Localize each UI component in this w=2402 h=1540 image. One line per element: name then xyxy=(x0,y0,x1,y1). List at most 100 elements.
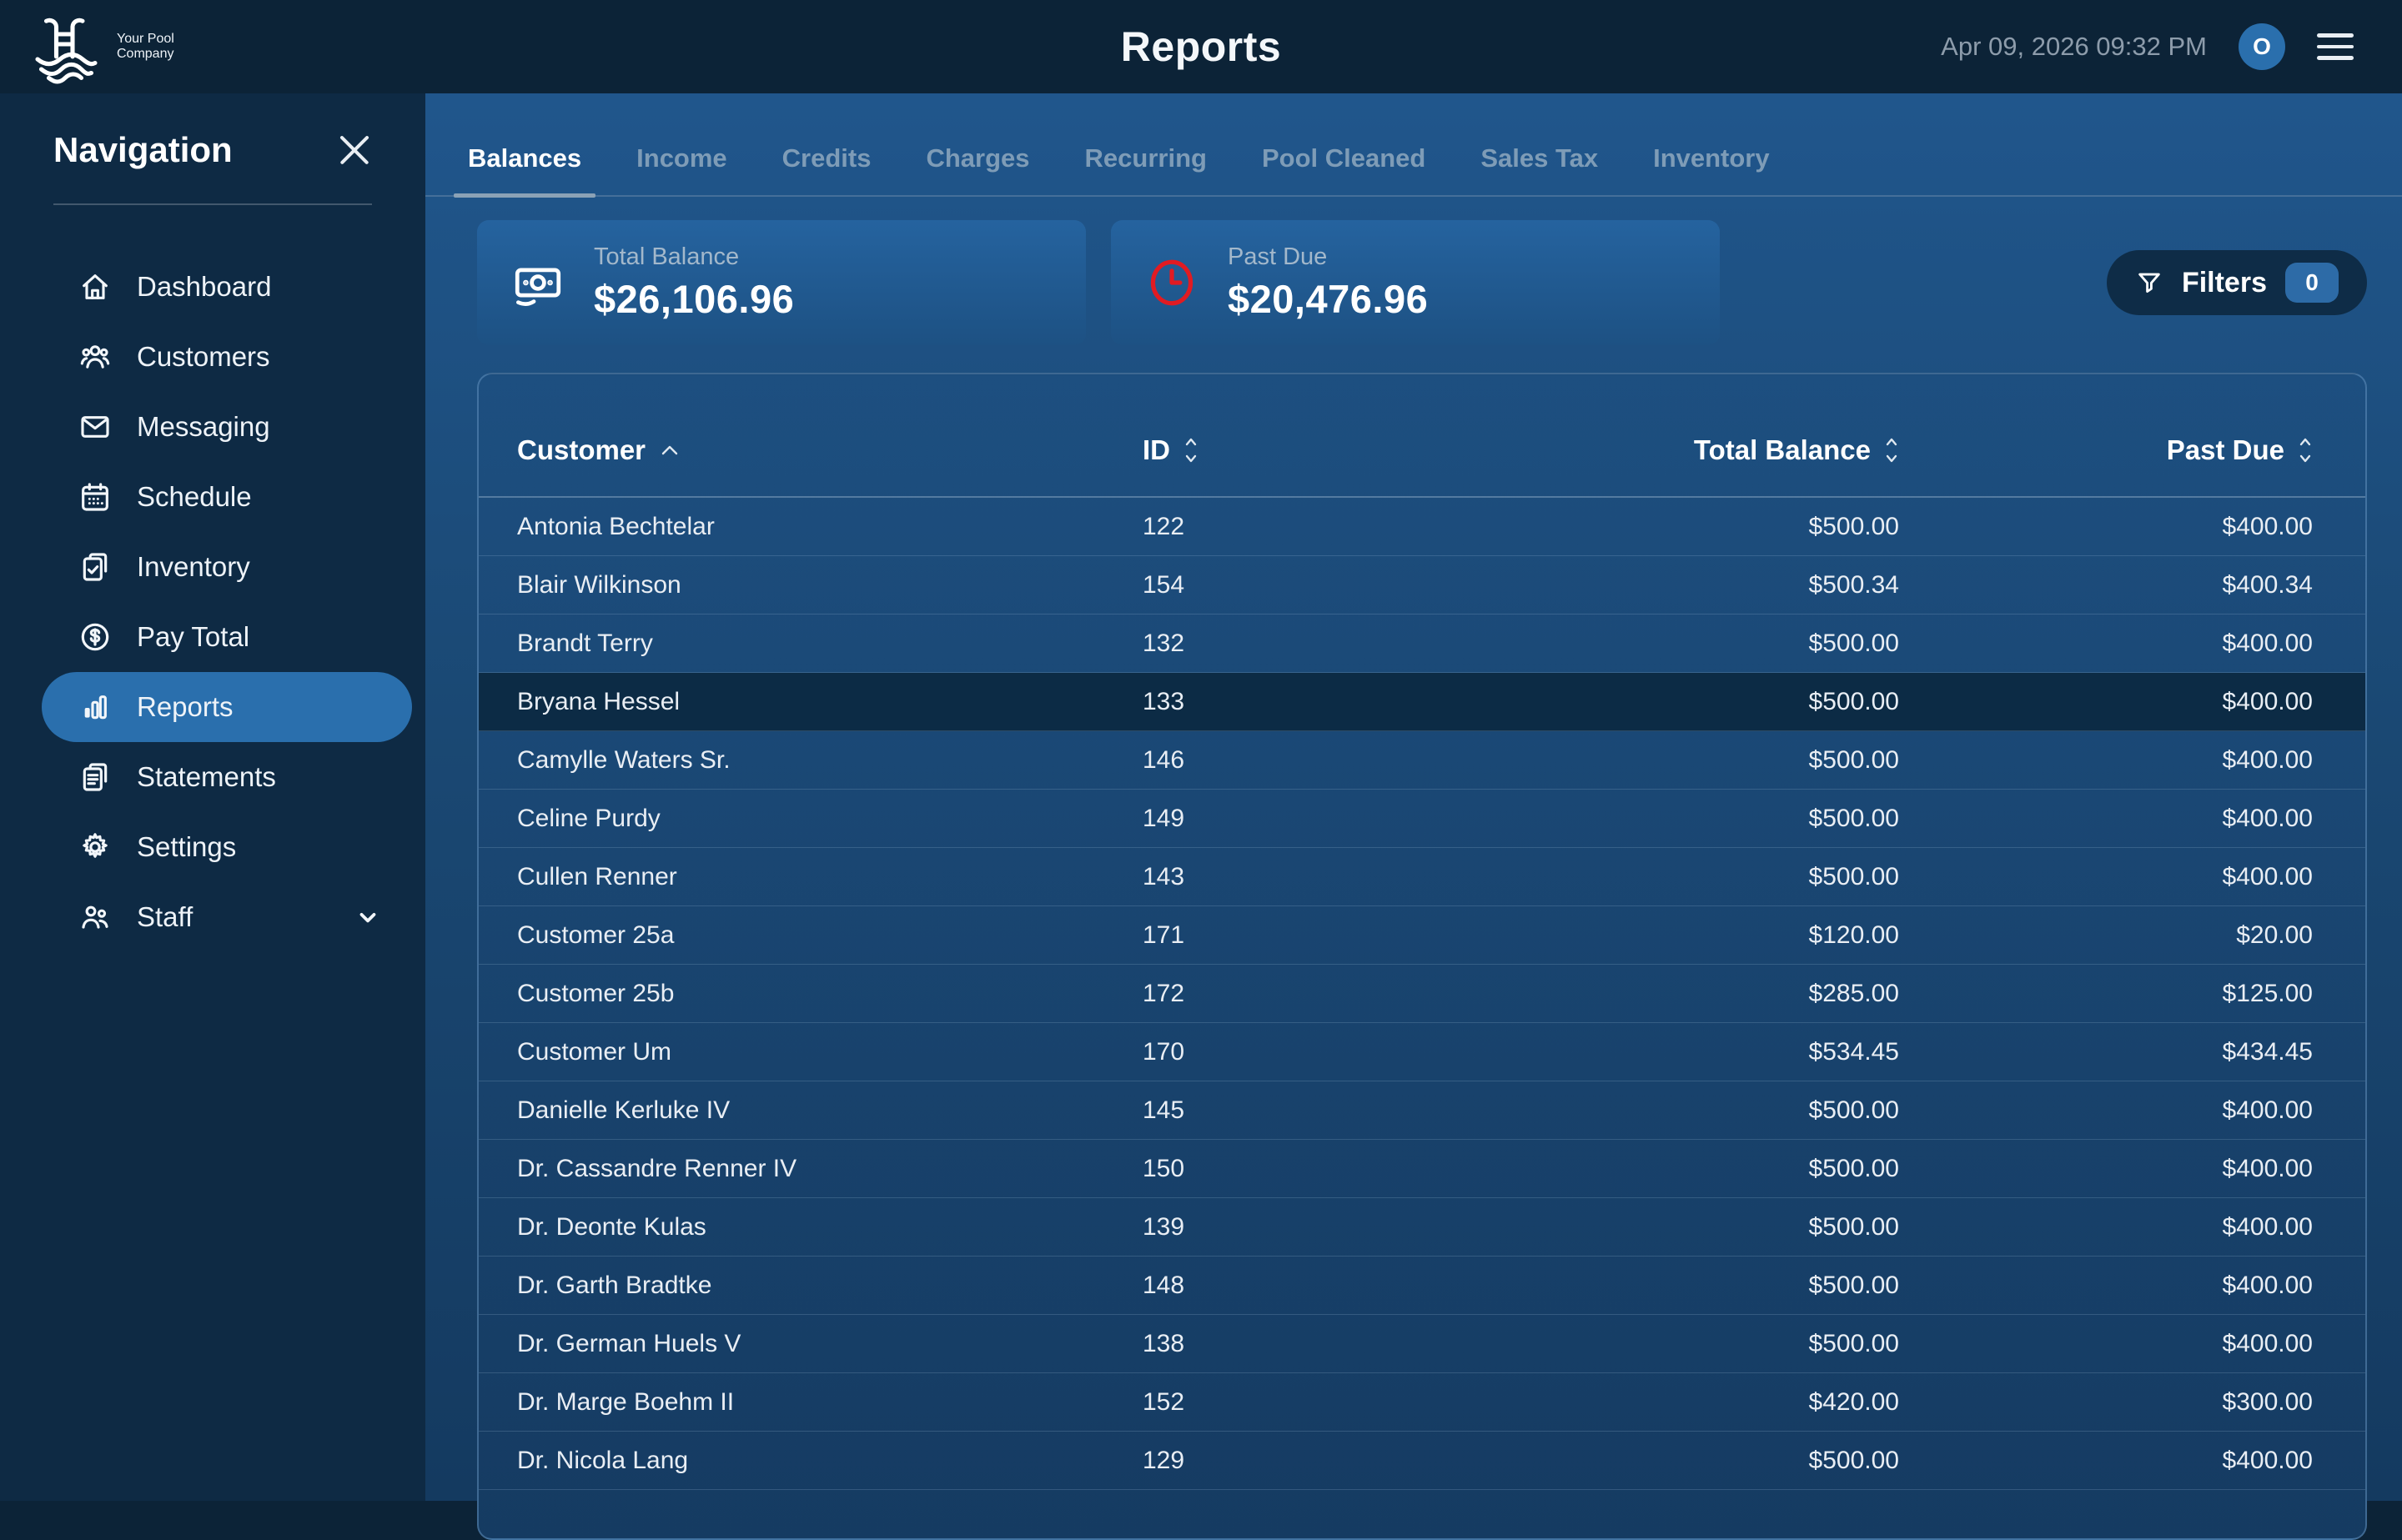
past-due-cell: $400.00 xyxy=(1899,1155,2313,1183)
table-row[interactable]: Dr. Marge Boehm II152$420.00$300.00 xyxy=(479,1373,2365,1432)
tab-income[interactable]: Income xyxy=(622,125,741,195)
cash-icon xyxy=(510,255,565,310)
table-row[interactable]: Brandt Terry132$500.00$400.00 xyxy=(479,614,2365,673)
table-header-row: Customer ID Total Balance Past Due xyxy=(479,374,2365,498)
customer-id-cell: 145 xyxy=(1143,1096,1428,1125)
gear-icon xyxy=(78,830,112,864)
top-header-bar: Your Pool Company Reports Apr 09, 2026 0… xyxy=(0,0,2402,93)
table-row[interactable]: Dr. Garth Bradtke148$500.00$400.00 xyxy=(479,1257,2365,1315)
report-tabs: Balances Income Credits Charges Recurring Poo… xyxy=(425,125,2402,197)
sidebar-item-pay-total[interactable]: Pay Total xyxy=(42,602,412,672)
tab-sales-tax[interactable]: Sales Tax xyxy=(1466,125,1612,195)
sidebar-item-settings[interactable]: Settings xyxy=(42,812,412,882)
total-balance-cell: $500.34 xyxy=(1428,571,1899,599)
total-balance-cell: $500.00 xyxy=(1428,805,1899,833)
sidebar-item-dashboard[interactable]: Dashboard xyxy=(42,252,412,322)
table-row[interactable]: Blair Wilkinson154$500.34$400.34 xyxy=(479,556,2365,614)
sidebar-item-customers[interactable]: Customers xyxy=(42,322,412,392)
column-header-total-balance[interactable]: Total Balance xyxy=(1428,434,1899,466)
table-row[interactable]: Celine Purdy149$500.00$400.00 xyxy=(479,790,2365,848)
sort-both-icon xyxy=(1884,436,1899,464)
column-header-customer[interactable]: Customer xyxy=(517,434,1143,466)
sort-asc-icon xyxy=(659,443,681,458)
customer-id-cell: 139 xyxy=(1143,1213,1428,1242)
sidebar-item-staff[interactable]: Staff xyxy=(42,882,412,952)
table-row[interactable]: Danielle Kerluke IV145$500.00$400.00 xyxy=(479,1081,2365,1140)
past-due-cell: $400.00 xyxy=(1899,746,2313,775)
table-row[interactable]: Bryana Hessel133$500.00$400.00 xyxy=(479,673,2365,731)
filters-count-badge: 0 xyxy=(2285,263,2339,303)
users-icon xyxy=(78,340,112,374)
table-row[interactable]: Dr. German Huels V138$500.00$400.00 xyxy=(479,1315,2365,1373)
past-due-cell: $400.00 xyxy=(1899,1447,2313,1475)
past-due-cell: $400.00 xyxy=(1899,1272,2313,1300)
past-due-cell: $400.00 xyxy=(1899,1096,2313,1125)
tab-credits[interactable]: Credits xyxy=(768,125,886,195)
column-header-id[interactable]: ID xyxy=(1143,434,1428,466)
customer-id-cell: 150 xyxy=(1143,1155,1428,1183)
dollar-circle-icon xyxy=(78,620,112,654)
customer-name-cell: Bryana Hessel xyxy=(517,688,1143,716)
close-icon[interactable] xyxy=(337,133,372,168)
table-row[interactable]: Camylle Waters Sr.146$500.00$400.00 xyxy=(479,731,2365,790)
sidebar-item-label: Messaging xyxy=(137,411,270,443)
table-row[interactable]: Customer 25a171$120.00$20.00 xyxy=(479,906,2365,965)
past-due-cell: $20.00 xyxy=(1899,921,2313,950)
table-row[interactable]: Antonia Bechtelar122$500.00$400.00 xyxy=(479,498,2365,556)
balances-table: Customer ID Total Balance Past Due xyxy=(477,373,2367,1540)
customer-id-cell: 148 xyxy=(1143,1272,1428,1300)
customer-name-cell: Danielle Kerluke IV xyxy=(517,1096,1143,1125)
table-row[interactable]: Dr. Nicola Lang129$500.00$400.00 xyxy=(479,1432,2365,1490)
navigation-sidebar: Navigation DashboardCustomersMessagingSc… xyxy=(0,93,425,1501)
total-balance-cell: $500.00 xyxy=(1428,1096,1899,1125)
table-row[interactable]: Customer 25b172$285.00$125.00 xyxy=(479,965,2365,1023)
customer-id-cell: 170 xyxy=(1143,1038,1428,1066)
total-balance-label: Total Balance xyxy=(594,243,794,271)
sort-both-icon xyxy=(1183,436,1198,464)
table-row[interactable]: Cullen Renner143$500.00$400.00 xyxy=(479,848,2365,906)
customer-id-cell: 154 xyxy=(1143,571,1428,599)
sidebar-item-schedule[interactable]: Schedule xyxy=(42,462,412,532)
sidebar-item-inventory[interactable]: Inventory xyxy=(42,532,412,602)
past-due-cell: $434.45 xyxy=(1899,1038,2313,1066)
tab-balances[interactable]: Balances xyxy=(454,125,595,195)
table-row[interactable]: Dr. Deonte Kulas139$500.00$400.00 xyxy=(479,1198,2365,1257)
hamburger-menu-icon[interactable] xyxy=(2317,33,2354,60)
customer-name-cell: Blair Wilkinson xyxy=(517,571,1143,599)
home-icon xyxy=(78,270,112,303)
customer-id-cell: 171 xyxy=(1143,921,1428,950)
table-row[interactable]: Customer Um170$534.45$434.45 xyxy=(479,1023,2365,1081)
past-due-cell: $400.00 xyxy=(1899,805,2313,833)
past-due-cell: $125.00 xyxy=(1899,980,2313,1008)
tab-recurring[interactable]: Recurring xyxy=(1071,125,1221,195)
total-balance-card: Total Balance $26,106.96 xyxy=(477,220,1086,345)
total-balance-cell: $420.00 xyxy=(1428,1388,1899,1417)
past-due-cell: $300.00 xyxy=(1899,1388,2313,1417)
customer-id-cell: 149 xyxy=(1143,805,1428,833)
sidebar-item-messaging[interactable]: Messaging xyxy=(42,392,412,462)
customer-name-cell: Dr. Marge Boehm II xyxy=(517,1388,1143,1417)
customer-id-cell: 152 xyxy=(1143,1388,1428,1417)
sidebar-item-label: Staff xyxy=(137,901,193,933)
total-balance-cell: $285.00 xyxy=(1428,980,1899,1008)
main-content: Balances Income Credits Charges Recurring Poo… xyxy=(425,93,2402,1501)
filters-button[interactable]: Filters 0 xyxy=(2107,250,2367,315)
column-header-past-due[interactable]: Past Due xyxy=(1899,434,2313,466)
tab-pool-cleaned[interactable]: Pool Cleaned xyxy=(1248,125,1440,195)
company-logo: Your Pool Company xyxy=(0,7,174,87)
page-title: Reports xyxy=(1121,23,1281,71)
sidebar-item-label: Customers xyxy=(137,341,270,373)
customer-name-cell: Celine Purdy xyxy=(517,805,1143,833)
table-row[interactable]: Dr. Cassandre Renner IV150$500.00$400.00 xyxy=(479,1140,2365,1198)
sidebar-item-reports[interactable]: Reports xyxy=(42,672,412,742)
total-balance-cell: $534.45 xyxy=(1428,1038,1899,1066)
sidebar-item-label: Pay Total xyxy=(137,621,249,653)
clipboard-list-icon xyxy=(78,760,112,794)
past-due-cell: $400.34 xyxy=(1899,571,2313,599)
tab-charges[interactable]: Charges xyxy=(912,125,1043,195)
user-avatar[interactable]: O xyxy=(2239,23,2285,70)
sidebar-item-statements[interactable]: Statements xyxy=(42,742,412,812)
tab-inventory[interactable]: Inventory xyxy=(1639,125,1784,195)
total-balance-cell: $120.00 xyxy=(1428,921,1899,950)
customer-id-cell: 172 xyxy=(1143,980,1428,1008)
